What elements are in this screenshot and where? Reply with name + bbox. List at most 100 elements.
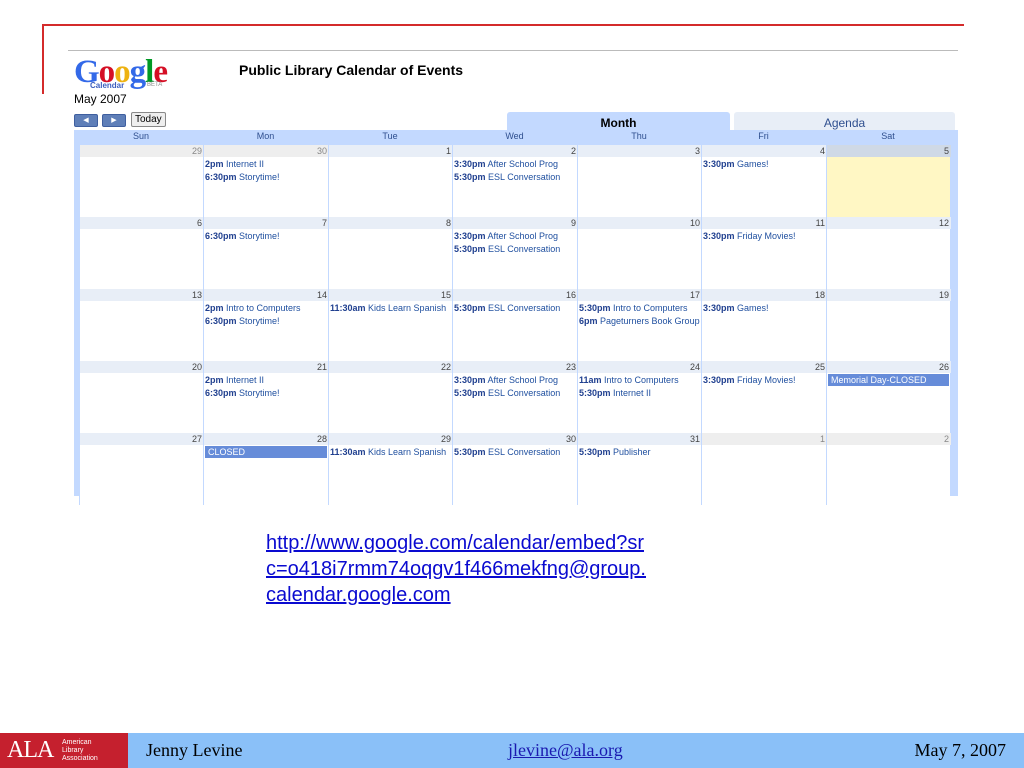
all-day-event[interactable]: Memorial Day-CLOSED (828, 374, 949, 386)
day-number[interactable]: 25 (702, 361, 827, 373)
calendar-event[interactable]: 6:30pm Storytime! (205, 387, 328, 399)
day-number[interactable]: 14 (204, 289, 329, 301)
day-number[interactable]: 30 (204, 145, 329, 157)
day-cell[interactable]: 18 3:30pm Games! (701, 289, 827, 361)
day-cell[interactable]: 6 (79, 217, 204, 289)
day-cell[interactable]: 5 (826, 145, 951, 217)
day-cell[interactable]: 20 (79, 361, 204, 433)
day-number[interactable]: 16 (453, 289, 578, 301)
day-number[interactable]: 2 (453, 145, 578, 157)
day-cell[interactable]: 17 5:30pm Intro to Computers 6pm Pageturne… (577, 289, 702, 361)
calendar-event[interactable]: 5:30pm Publisher (579, 446, 701, 458)
day-cell[interactable]: 11 3:30pm Friday Movies! (701, 217, 827, 289)
day-cell[interactable]: 22 (328, 361, 453, 433)
calendar-event[interactable]: 3:30pm Games! (703, 158, 826, 170)
day-number[interactable]: 19 (827, 289, 951, 301)
calendar-event[interactable]: 3:30pm Friday Movies! (703, 230, 826, 242)
day-cell[interactable]: 12 (826, 217, 951, 289)
calendar-event[interactable]: 11:30am Kids Learn Spanish (330, 446, 452, 458)
day-cell[interactable]: 9 3:30pm After School Prog 5:30pm ESL Conv… (452, 217, 578, 289)
day-cell[interactable]: 26 Memorial Day-CLOSED (826, 361, 951, 433)
day-cell[interactable]: 19 (826, 289, 951, 361)
day-number[interactable]: 12 (827, 217, 951, 229)
calendar-event[interactable]: 5:30pm ESL Conversation (454, 171, 577, 183)
day-cell[interactable]: 21 2pm Internet II 6:30pm Storytime! (203, 361, 329, 433)
day-number[interactable]: 7 (204, 217, 329, 229)
calendar-event[interactable]: 2pm Internet II (205, 158, 328, 170)
day-cell[interactable]: 28 CLOSED (203, 433, 329, 505)
calendar-event[interactable]: 5:30pm ESL Conversation (454, 387, 577, 399)
presenter-email-link[interactable]: jlevine@ala.org (508, 740, 623, 761)
day-number[interactable]: 28 (204, 433, 329, 445)
calendar-event[interactable]: 5:30pm Intro to Computers (579, 302, 701, 314)
all-day-event[interactable]: CLOSED (205, 446, 327, 458)
day-number[interactable]: 31 (578, 433, 702, 445)
next-month-button[interactable]: ▶ (102, 114, 126, 127)
day-number[interactable]: 11 (702, 217, 827, 229)
calendar-event[interactable]: 6:30pm Storytime! (205, 230, 328, 242)
day-cell[interactable]: 14 2pm Intro to Computers 6:30pm Storytime… (203, 289, 329, 361)
day-cell[interactable]: 30 5:30pm ESL Conversation (452, 433, 578, 505)
day-cell[interactable]: 2 3:30pm After School Prog 5:30pm ESL Conv… (452, 145, 578, 217)
calendar-event[interactable]: 2pm Intro to Computers (205, 302, 328, 314)
day-cell[interactable]: 30 2pm Internet II 6:30pm Storytime! (203, 145, 329, 217)
day-number[interactable]: 27 (80, 433, 204, 445)
day-cell[interactable]: 29 11:30am Kids Learn Spanish (328, 433, 453, 505)
calendar-event[interactable]: 2pm Internet II (205, 374, 328, 386)
calendar-event[interactable]: 5:30pm ESL Conversation (454, 446, 577, 458)
day-number[interactable]: 13 (80, 289, 204, 301)
day-cell[interactable]: 3 (577, 145, 702, 217)
calendar-event[interactable]: 6:30pm Storytime! (205, 171, 328, 183)
day-number[interactable]: 18 (702, 289, 827, 301)
day-number[interactable]: 22 (329, 361, 453, 373)
day-number[interactable]: 21 (204, 361, 329, 373)
day-number[interactable]: 9 (453, 217, 578, 229)
day-number[interactable]: 10 (578, 217, 702, 229)
calendar-event[interactable]: 11am Intro to Computers (579, 374, 701, 386)
day-number[interactable]: 20 (80, 361, 204, 373)
calendar-event[interactable]: 6pm Pageturners Book Group (579, 315, 701, 327)
day-number[interactable]: 8 (329, 217, 453, 229)
day-number[interactable]: 1 (702, 433, 827, 445)
day-cell[interactable]: 16 5:30pm ESL Conversation (452, 289, 578, 361)
day-number[interactable]: 4 (702, 145, 827, 157)
calendar-event[interactable]: 3:30pm Games! (703, 302, 826, 314)
day-number[interactable]: 1 (329, 145, 453, 157)
day-number[interactable]: 26 (827, 361, 951, 373)
calendar-event[interactable]: 5:30pm Internet II (579, 387, 701, 399)
day-number[interactable]: 29 (329, 433, 453, 445)
day-cell[interactable]: 13 (79, 289, 204, 361)
day-number[interactable]: 23 (453, 361, 578, 373)
tab-agenda[interactable]: Agenda (734, 112, 955, 132)
day-number[interactable]: 24 (578, 361, 702, 373)
day-cell[interactable]: 27 (79, 433, 204, 505)
calendar-event[interactable]: 3:30pm After School Prog (454, 158, 577, 170)
calendar-event[interactable]: 3:30pm After School Prog (454, 374, 577, 386)
day-cell[interactable]: 31 5:30pm Publisher (577, 433, 702, 505)
day-cell[interactable]: 29 (79, 145, 204, 217)
previous-month-button[interactable]: ◀ (74, 114, 98, 127)
calendar-event[interactable]: 5:30pm ESL Conversation (454, 302, 577, 314)
day-cell[interactable]: 7 6:30pm Storytime! (203, 217, 329, 289)
day-cell[interactable]: 25 3:30pm Friday Movies! (701, 361, 827, 433)
calendar-event[interactable]: 5:30pm ESL Conversation (454, 243, 577, 255)
day-number[interactable]: 2 (827, 433, 951, 445)
tab-month[interactable]: Month (507, 112, 730, 132)
day-number[interactable]: 15 (329, 289, 453, 301)
day-cell[interactable]: 2 (826, 433, 951, 505)
day-number[interactable]: 5 (827, 145, 951, 157)
day-cell[interactable]: 24 11am Intro to Computers 5:30pm Internet… (577, 361, 702, 433)
calendar-event[interactable]: 3:30pm After School Prog (454, 230, 577, 242)
day-number[interactable]: 3 (578, 145, 702, 157)
day-cell[interactable]: 10 (577, 217, 702, 289)
day-cell[interactable]: 15 11:30am Kids Learn Spanish (328, 289, 453, 361)
calendar-embed-link[interactable]: http://www.google.com/calendar/embed?sr … (266, 530, 766, 608)
day-cell[interactable]: 1 (701, 433, 827, 505)
day-cell[interactable]: 1 (328, 145, 453, 217)
day-cell[interactable]: 23 3:30pm After School Prog 5:30pm ESL Con… (452, 361, 578, 433)
day-number[interactable]: 17 (578, 289, 702, 301)
day-cell[interactable]: 8 (328, 217, 453, 289)
day-cell[interactable]: 4 3:30pm Games! (701, 145, 827, 217)
calendar-event[interactable]: 3:30pm Friday Movies! (703, 374, 826, 386)
day-number[interactable]: 30 (453, 433, 578, 445)
